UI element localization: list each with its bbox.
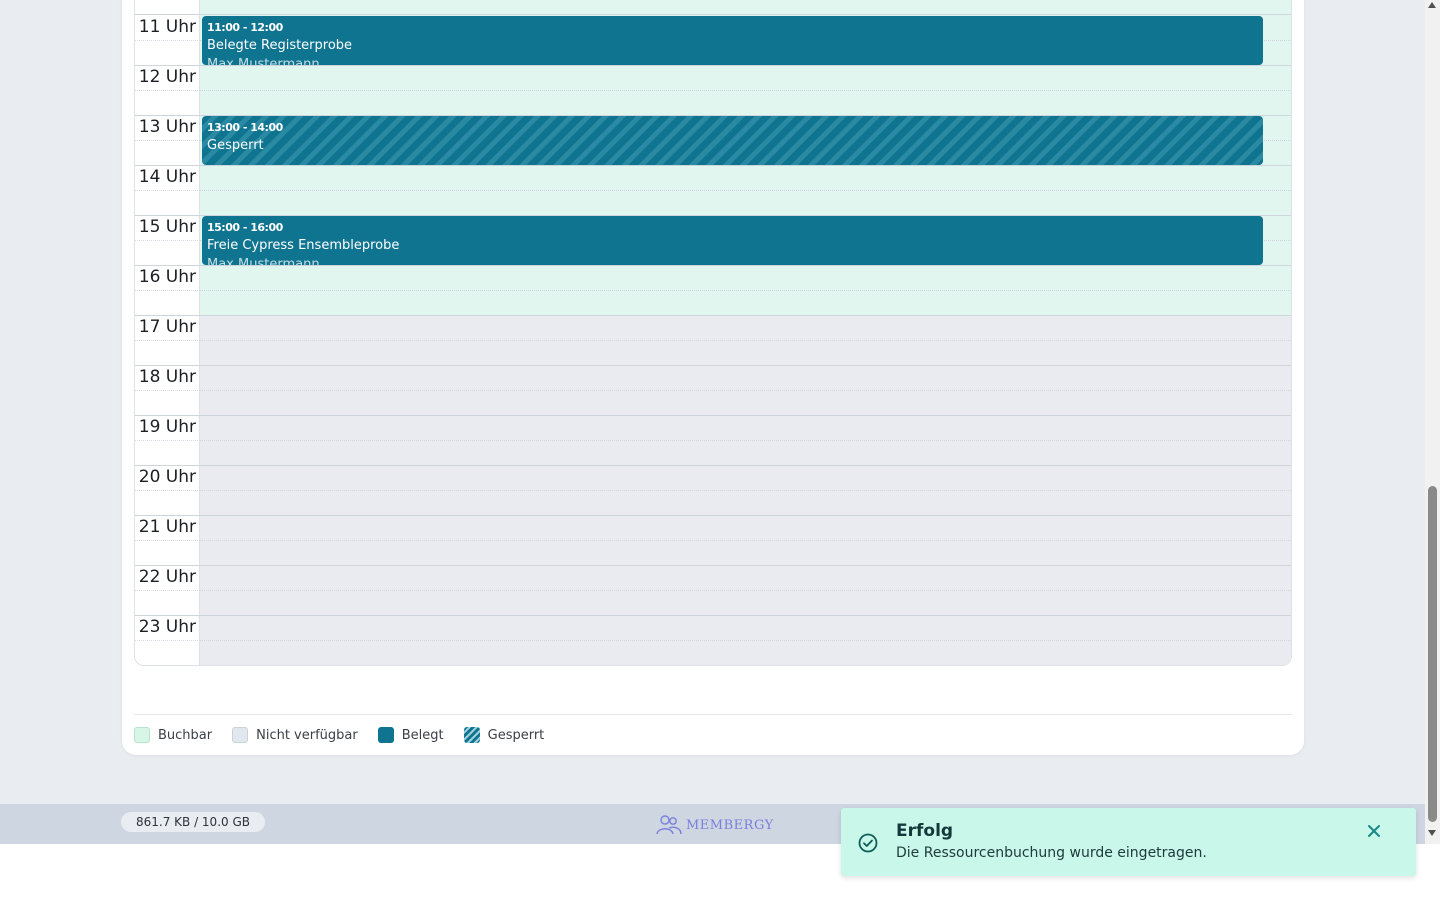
time-divider <box>135 190 200 191</box>
hour-line <box>200 265 1291 266</box>
event-person: Max Mustermann <box>207 57 320 65</box>
legend: Buchbar Nicht verfügbar Belegt Gesperrt <box>134 726 564 744</box>
hour-label: 22 Uhr <box>138 567 196 587</box>
close-icon[interactable] <box>1365 822 1383 840</box>
hour-line <box>200 465 1291 466</box>
time-divider <box>135 290 200 291</box>
event-time: 15:00 - 16:00 <box>207 221 283 234</box>
event-time: 11:00 - 12:00 <box>207 21 283 34</box>
hour-label: 21 Uhr <box>138 517 196 537</box>
half-hour-line <box>200 590 1291 591</box>
hour-line <box>200 365 1291 366</box>
membergy-logo[interactable]: MEMBERGY <box>656 814 774 836</box>
hour-line <box>200 565 1291 566</box>
hour-line <box>200 415 1291 416</box>
half-hour-line <box>200 640 1291 641</box>
legend-label: Belegt <box>401 727 444 743</box>
hour-line <box>200 165 1291 166</box>
event-title: Freie Cypress Ensembleprobe <box>207 238 400 253</box>
blocked-swatch <box>463 727 480 743</box>
hour-label: 23 Uhr <box>138 617 196 637</box>
event-time: 13:00 - 14:00 <box>207 121 283 134</box>
half-hour-line <box>200 540 1291 541</box>
hour-label: 17 Uhr <box>138 317 196 337</box>
hour-label: 14 Uhr <box>138 167 196 187</box>
unavailable-swatch <box>232 727 249 743</box>
scroll-down-arrow-icon[interactable] <box>1428 830 1436 836</box>
time-divider <box>135 40 200 41</box>
success-toast: Erfolg Die Ressourcenbuchung wurde einge… <box>841 808 1416 876</box>
time-divider <box>135 90 200 91</box>
time-divider <box>135 340 200 341</box>
legend-label: Nicht verfügbar <box>256 727 358 743</box>
event-person: Max Mustermann <box>207 257 320 265</box>
legend-label: Gesperrt <box>487 727 545 743</box>
storage-usage-badge: 861.7 KB / 10.0 GB <box>121 812 265 832</box>
legend-divider <box>134 714 1292 715</box>
occupied-swatch <box>377 727 394 743</box>
time-divider <box>135 390 200 391</box>
scroll-up-arrow-icon[interactable] <box>1428 2 1436 8</box>
legend-item-bookable: Buchbar <box>134 727 212 743</box>
hour-line <box>200 65 1291 66</box>
hour-label: 13 Uhr <box>138 117 196 137</box>
half-hour-line <box>200 90 1291 91</box>
time-divider <box>135 140 200 141</box>
half-hour-line <box>200 490 1291 491</box>
time-column: 11 Uhr 12 Uhr 13 Uhr 14 Uhr 15 Uhr 16 Uh… <box>135 0 200 665</box>
hour-label: 15 Uhr <box>138 217 196 237</box>
hour-line <box>200 14 1291 15</box>
hour-line <box>200 315 1291 316</box>
hour-label: 11 Uhr <box>138 17 196 37</box>
check-circle-icon <box>858 833 878 853</box>
legend-item-blocked: Gesperrt <box>463 727 545 743</box>
time-divider <box>135 240 200 241</box>
time-divider <box>135 540 200 541</box>
event-belegte-registerprobe[interactable]: 11:00 - 12:00 Belegte Registerprobe Max … <box>202 16 1263 65</box>
day-calendar: 11 Uhr 12 Uhr 13 Uhr 14 Uhr 15 Uhr 16 Uh… <box>134 0 1292 666</box>
event-title: Belegte Registerprobe <box>207 38 353 53</box>
slot-column: 11:00 - 12:00 Belegte Registerprobe Max … <box>200 0 1291 665</box>
hour-label: 12 Uhr <box>138 67 196 87</box>
time-divider <box>135 440 200 441</box>
legend-item-unavailable: Nicht verfügbar <box>232 727 358 743</box>
half-hour-line <box>200 390 1291 391</box>
toast-title: Erfolg <box>896 821 954 841</box>
legend-item-occupied: Belegt <box>377 727 444 743</box>
users-icon <box>656 815 682 835</box>
time-divider <box>135 490 200 491</box>
hour-label: 18 Uhr <box>138 367 196 387</box>
bookable-swatch <box>134 727 150 743</box>
toast-message: Die Ressourcenbuchung wurde eingetragen. <box>896 845 1207 861</box>
legend-label: Buchbar <box>158 727 213 743</box>
brand-name: MEMBERGY <box>686 817 774 833</box>
half-hour-line <box>200 340 1291 341</box>
hour-label: 19 Uhr <box>138 417 196 437</box>
hour-line <box>200 615 1291 616</box>
time-divider <box>135 590 200 591</box>
event-gesperrt[interactable]: 13:00 - 14:00 Gesperrt <box>202 116 1263 165</box>
time-divider <box>135 640 200 641</box>
hour-line <box>200 515 1291 516</box>
time-divider <box>135 14 200 15</box>
half-hour-line <box>200 290 1291 291</box>
scrollbar-thumb[interactable] <box>1428 486 1437 822</box>
event-freie-cypress-ensembleprobe[interactable]: 15:00 - 16:00 Freie Cypress Ensembleprob… <box>202 216 1263 265</box>
half-hour-line <box>200 440 1291 441</box>
half-hour-line <box>200 190 1291 191</box>
event-title: Gesperrt <box>207 138 264 153</box>
hour-label: 20 Uhr <box>138 467 196 487</box>
hour-label: 16 Uhr <box>138 267 196 287</box>
